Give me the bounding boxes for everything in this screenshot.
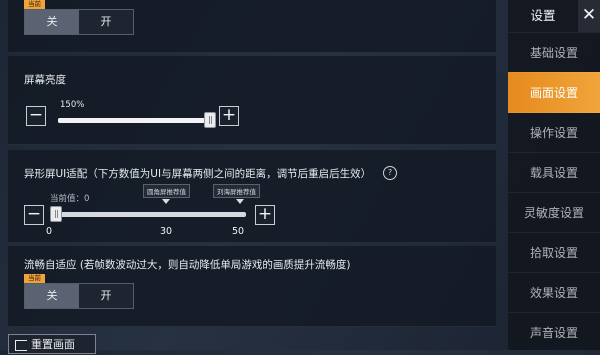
brightness-plus-button[interactable]: + <box>219 106 239 126</box>
notch-current-value: 当前值：0 <box>50 194 90 204</box>
top-toggle-on[interactable]: 开 <box>79 10 133 34</box>
smooth-toggle-on[interactable]: 开 <box>79 284 133 308</box>
sidebar-item-6[interactable]: 效果设置 <box>508 272 600 313</box>
notch-max-label: 50 <box>232 226 245 237</box>
settings-title: 设置 <box>530 8 556 23</box>
sidebar-item-1[interactable]: 画面设置 <box>508 72 600 113</box>
close-icon[interactable]: ✕ <box>578 0 600 32</box>
reset-icon <box>15 340 27 351</box>
help-icon[interactable]: ? <box>383 166 397 180</box>
notch-slider-track[interactable] <box>50 212 246 217</box>
current-tag: 当前 <box>24 0 45 9</box>
smooth-title: 流畅自适应 (若帧数波动过大，则自动降低单局游戏的画质提升流畅度) <box>24 259 351 271</box>
sidebar-item-3[interactable]: 载具设置 <box>508 152 600 193</box>
smooth-toggle[interactable]: 关 开 <box>24 283 134 309</box>
sidebar-item-0[interactable]: 基础设置 <box>508 32 600 73</box>
rounded-screen-marker: 圆角屏推荐值 <box>143 184 190 198</box>
notch-marker-pointer <box>236 199 244 204</box>
top-toggle-off[interactable]: 关 <box>25 10 79 34</box>
brightness-slider-track[interactable] <box>58 118 210 123</box>
brightness-slider-thumb[interactable] <box>204 112 216 128</box>
top-toggle[interactable]: 关 开 <box>24 9 134 35</box>
smooth-current-tag: 当前 <box>24 274 45 283</box>
smooth-toggle-off[interactable]: 关 <box>25 284 79 308</box>
sidebar-item-4[interactable]: 灵敏度设置 <box>508 192 600 233</box>
brightness-minus-button[interactable]: − <box>26 106 46 126</box>
sidebar-item-5[interactable]: 拾取设置 <box>508 232 600 273</box>
notch-slider-thumb[interactable] <box>50 206 62 222</box>
brightness-slider-fill <box>58 118 210 123</box>
brightness-title: 屏幕亮度 <box>24 74 66 86</box>
rounded-marker-pointer <box>162 199 170 204</box>
notch-plus-button[interactable]: + <box>255 205 275 225</box>
notch-min-label: 0 <box>46 226 53 237</box>
notch-mid-label: 30 <box>160 226 173 237</box>
notch-minus-button[interactable]: − <box>24 205 44 225</box>
notch-screen-marker: 刘海屏推荐值 <box>213 184 260 198</box>
reset-graphics-button[interactable]: 重置画面 <box>8 334 96 354</box>
sidebar-item-2[interactable]: 操作设置 <box>508 112 600 153</box>
notch-title: 异形屏UI适配（下方数值为UI与屏幕两侧之间的距离，调节后重启后生效） <box>24 168 372 180</box>
brightness-value: 150% <box>60 100 85 110</box>
sidebar-item-7[interactable]: 声音设置 <box>508 312 600 353</box>
reset-label: 重置画面 <box>31 338 75 351</box>
